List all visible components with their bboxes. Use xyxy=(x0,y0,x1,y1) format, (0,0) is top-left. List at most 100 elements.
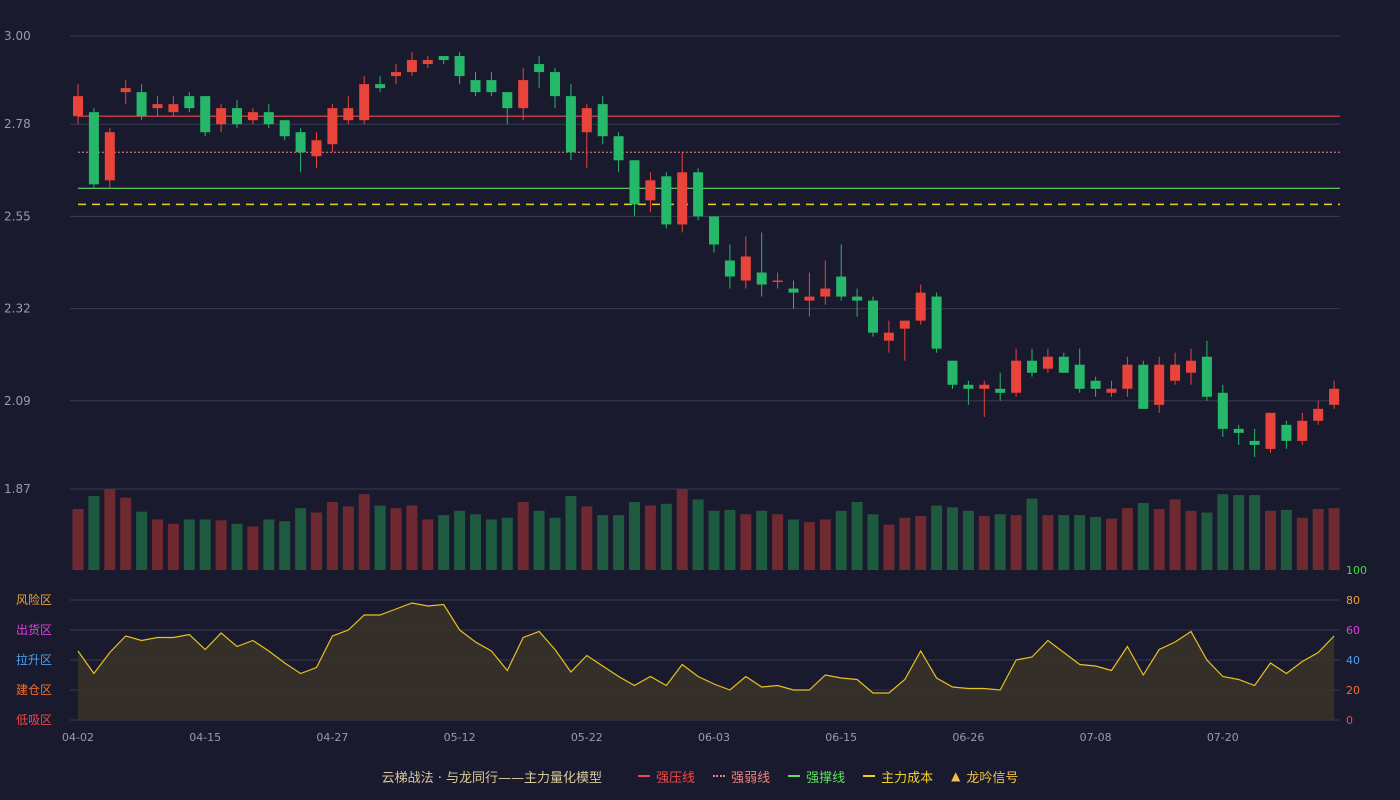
candle-body xyxy=(279,120,290,137)
candle-body xyxy=(88,112,99,185)
candle-body xyxy=(1217,392,1228,429)
volume-bar xyxy=(676,489,688,570)
volume-bar xyxy=(1121,508,1133,570)
volume-bar xyxy=(358,494,370,570)
chart-title: 云梯战法 · 与龙同行——主力量化模型 xyxy=(381,770,603,786)
candle-body xyxy=(820,288,831,297)
legend-strong-support[interactable]: 强撑线 xyxy=(788,767,845,786)
volume-bar xyxy=(1153,509,1165,570)
candle-body xyxy=(629,160,640,205)
volume-bar xyxy=(247,526,259,570)
price-tick-label: 2.09 xyxy=(4,394,31,408)
candle-body xyxy=(518,80,529,109)
volume-bar xyxy=(470,514,481,570)
candle-body xyxy=(1138,364,1149,409)
volume-bar xyxy=(994,514,1006,570)
legend-swatch-strong-pressure xyxy=(638,775,651,777)
candle-body xyxy=(1186,360,1196,373)
indicator-fill xyxy=(78,603,1335,720)
candle-body xyxy=(1042,356,1053,369)
volume-bar xyxy=(819,519,831,570)
candle-body xyxy=(740,256,751,281)
candle-body xyxy=(247,112,258,121)
volume-bar xyxy=(708,510,720,570)
x-tick-label: 04-27 xyxy=(316,731,348,744)
candle-body xyxy=(184,96,195,109)
indicator-tick-label: 40 xyxy=(1346,654,1360,667)
candle-body xyxy=(343,108,354,121)
candle-body xyxy=(1233,428,1244,433)
volume-bar xyxy=(120,497,132,570)
volume-bar xyxy=(104,489,116,570)
candle-body xyxy=(1265,412,1276,449)
candle-body xyxy=(1090,380,1101,389)
candle-body xyxy=(852,296,863,301)
indicator-tick-label: 80 xyxy=(1346,594,1360,607)
x-tick-label: 05-12 xyxy=(444,731,476,744)
volume-bar xyxy=(422,519,434,570)
candle-body xyxy=(502,92,513,109)
volume-bar xyxy=(501,517,513,570)
volume-bar xyxy=(199,519,211,570)
candle-body xyxy=(232,108,242,125)
volume-bar xyxy=(1137,502,1149,570)
legend-strong-pressure[interactable]: 强压线 xyxy=(638,767,695,786)
volume-bar xyxy=(772,514,784,570)
candle-body xyxy=(120,88,131,93)
candle-body xyxy=(470,80,481,93)
price-tick-label: 1.87 xyxy=(4,482,31,496)
candle-body xyxy=(963,384,974,389)
indicator-tick-label: 60 xyxy=(1346,624,1360,637)
candle-body xyxy=(438,56,449,61)
candle-body xyxy=(486,80,497,93)
candle-body xyxy=(724,260,735,277)
zone-label: 拉升区 xyxy=(16,652,52,667)
candle-body xyxy=(979,384,990,389)
legend-dragon-signal[interactable]: ▲ 龙吟信号 xyxy=(951,767,1018,786)
volume-bar xyxy=(1074,515,1086,570)
zone-label: 低吸区 xyxy=(16,713,52,727)
volume-bar xyxy=(1106,518,1117,570)
price-tick-label: 2.55 xyxy=(4,209,31,223)
volume-bar xyxy=(1328,508,1340,570)
candle-body xyxy=(565,96,576,153)
volume-bar xyxy=(549,517,561,570)
legend-strong-weak[interactable]: 强弱线 xyxy=(713,767,770,786)
volume-bar xyxy=(692,499,704,570)
candle-body xyxy=(375,84,386,89)
candle-body xyxy=(693,172,704,217)
candle-body xyxy=(1058,356,1069,373)
volume-bar xyxy=(231,523,243,570)
candle-body xyxy=(836,276,847,297)
volume-bar xyxy=(167,523,179,570)
volume-bar xyxy=(915,516,927,570)
candle-body xyxy=(550,72,560,97)
candle-body xyxy=(1074,364,1085,389)
volume-bar xyxy=(565,495,577,570)
legend-swatch-main-cost xyxy=(863,775,876,777)
volume-bar xyxy=(438,515,450,570)
candle-body xyxy=(359,84,370,121)
legend-main-cost[interactable]: 主力成本 xyxy=(863,767,933,786)
volume-bar xyxy=(152,519,163,570)
volume-bar xyxy=(215,520,227,570)
legend-label-dragon-signal: 龙吟信号 xyxy=(966,770,1019,786)
volume-bar xyxy=(517,502,529,570)
triangle-icon: ▲ xyxy=(951,769,961,783)
candle-body xyxy=(104,132,115,181)
legend-label-strong-pressure: 强压线 xyxy=(656,770,696,786)
volume-bar xyxy=(756,510,768,570)
candle-body xyxy=(136,92,147,117)
volume-bar xyxy=(1169,499,1181,570)
volume-bar xyxy=(1090,516,1102,570)
x-tick-label: 05-22 xyxy=(571,731,603,744)
candle-body xyxy=(263,112,274,125)
candle-body xyxy=(216,108,227,125)
candle-body xyxy=(581,108,592,133)
volume-bar xyxy=(1010,515,1022,570)
candle-body xyxy=(73,96,83,117)
x-tick-label: 04-15 xyxy=(189,731,221,744)
candle-body xyxy=(391,72,401,77)
candle-body xyxy=(1281,424,1292,441)
volume-bar xyxy=(788,519,799,570)
